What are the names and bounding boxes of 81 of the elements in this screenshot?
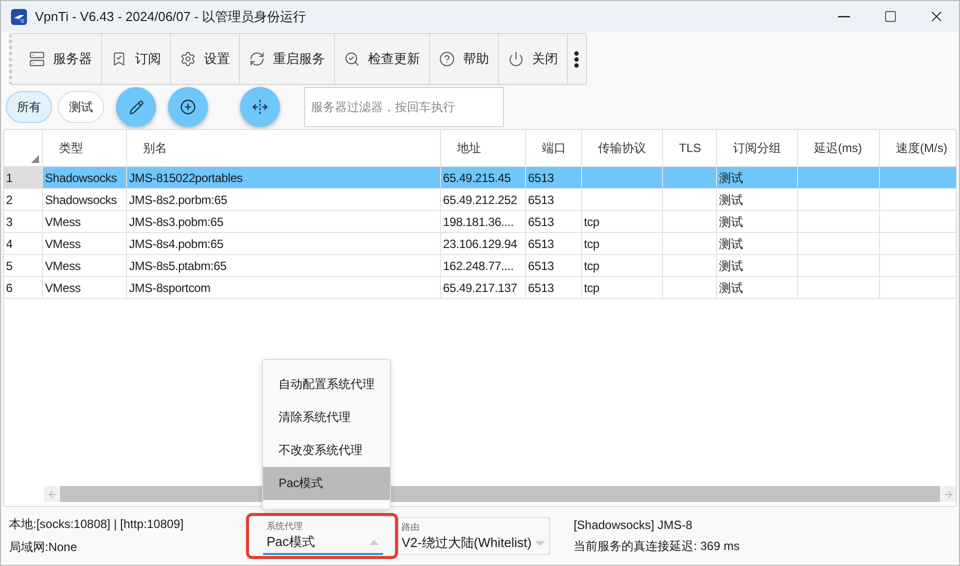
latency-text: 当前服务的真连接延迟: 369 ms: [574, 538, 740, 554]
corner-icon: [31, 155, 39, 163]
row-number[interactable]: 3: [4, 211, 43, 233]
table-cell: 65.49.217.137: [441, 277, 526, 299]
table-cell: VMess: [43, 255, 127, 277]
menu-item[interactable]: 清除系统代理: [262, 401, 390, 434]
server-info-text: [Shadowsocks] JMS-8: [574, 518, 694, 532]
table-cell: 6513: [526, 167, 582, 189]
refresh-icon: [249, 51, 265, 67]
table-cell: tcp: [582, 255, 663, 277]
table-cell: 65.49.215.45: [441, 167, 526, 189]
routing-combobox[interactable]: 路由 V2-绕过大陆(Whitelist): [398, 517, 550, 555]
scroll-left-icon: [46, 488, 58, 500]
menu-item[interactable]: Pac模式: [262, 467, 390, 500]
table-cell: 6513: [526, 277, 582, 299]
menu-item[interactable]: 不改变系统代理: [262, 434, 390, 467]
lan-text: 局域网:None: [9, 539, 78, 556]
table-cell: Shadowsocks: [43, 167, 127, 189]
table-cell: 6513: [526, 233, 582, 255]
search-icon: [344, 51, 360, 67]
table-cell: tcp: [582, 233, 663, 255]
toolbar-button[interactable]: 设置: [171, 34, 240, 84]
table-cell: tcp: [582, 211, 663, 233]
toolbar-button[interactable]: 帮助: [430, 34, 499, 84]
table-cell: 6513: [526, 255, 582, 277]
toolbar-button[interactable]: 关闭: [499, 34, 568, 84]
scroll-right-icon: [942, 488, 954, 500]
table-cell: JMS-8s3.pobm:65: [127, 211, 441, 233]
table-cell: JMS-8s4.pobm:65: [127, 233, 441, 255]
toolbar-button[interactable]: 检查更新: [335, 34, 430, 84]
split-button[interactable]: [240, 87, 280, 127]
table-cell: 测试: [717, 167, 798, 189]
window-title: VpnTi - V6.43 - 2024/06/07 - 以管理员身份运行: [35, 8, 308, 26]
row-number[interactable]: 5: [4, 255, 43, 277]
maximize-icon: [884, 10, 896, 23]
toolbar-button[interactable]: 服务器: [20, 34, 102, 84]
table-cell: tcp: [582, 277, 663, 299]
row-number[interactable]: 2: [4, 189, 43, 211]
table-cell: 65.49.212.252: [441, 189, 526, 211]
table-cell: 测试: [717, 211, 798, 233]
table-cell: 测试: [717, 189, 798, 211]
table-cell: VMess: [43, 233, 127, 255]
table-cell: 测试: [717, 277, 798, 299]
table-cell: 162.248.77....: [441, 255, 526, 277]
settings-icon: [180, 51, 196, 67]
row-number[interactable]: 1: [4, 167, 43, 189]
table-cell: 6513: [526, 189, 582, 211]
local-ports-text: 本地:[socks:10808] | [http:10809]: [9, 516, 184, 533]
add-button[interactable]: [168, 87, 208, 127]
table-cell: VMess: [43, 211, 127, 233]
table-cell: 测试: [717, 255, 798, 277]
proxy-combobox[interactable]: 系统代理 Pac模式: [262, 517, 383, 555]
row-number[interactable]: 6: [4, 277, 43, 299]
minimize-icon: [838, 16, 850, 18]
table-cell: JMS-8s5.ptabm:65: [127, 255, 441, 277]
table-cell: VMess: [43, 277, 127, 299]
menu-item[interactable]: 自动配置系统代理: [262, 368, 390, 401]
filter-tab[interactable]: 测试: [58, 91, 104, 123]
row-number[interactable]: 4: [4, 233, 43, 255]
power-icon: [508, 51, 524, 67]
app-logo-icon: [11, 8, 27, 24]
toolbar-button[interactable]: 订阅: [102, 34, 171, 84]
filter-tab[interactable]: 所有: [6, 91, 52, 123]
table-cell: 测试: [717, 233, 798, 255]
help-icon: [439, 51, 455, 67]
table-cell: 6513: [526, 211, 582, 233]
plus-icon: [180, 99, 196, 115]
server-icon: [29, 51, 45, 67]
table-cell: 23.106.129.94: [441, 233, 526, 255]
table-cell: JMS-8s2.porbm:65: [127, 189, 441, 211]
more-icon: [574, 50, 579, 68]
edit-button[interactable]: [116, 87, 156, 127]
table-cell: Shadowsocks: [43, 189, 127, 211]
filter-field[interactable]: 服务器过滤器，按回车执行: [304, 87, 504, 127]
table-cell: 198.181.36....: [441, 211, 526, 233]
toolbar-button[interactable]: 重启服务: [240, 34, 335, 84]
table-cell: JMS-8sportcom: [127, 277, 441, 299]
pencil-icon: [128, 100, 144, 114]
table-cell: JMS-815022portables: [127, 167, 441, 189]
bookmark-icon: [111, 51, 127, 67]
split-icon: [252, 99, 268, 115]
